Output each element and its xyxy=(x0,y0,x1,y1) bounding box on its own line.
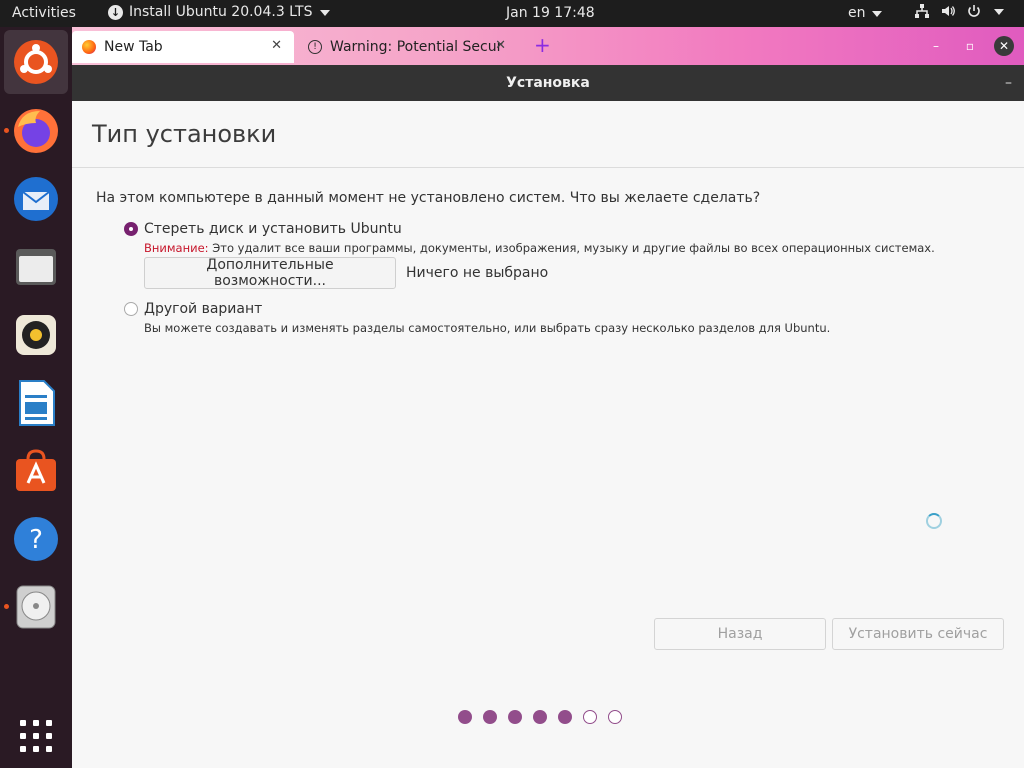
software-center-icon[interactable] xyxy=(12,447,60,495)
new-tab-button[interactable]: + xyxy=(534,33,551,57)
running-indicator xyxy=(4,128,9,133)
chevron-down-icon xyxy=(871,11,882,17)
activities-button[interactable]: Activities xyxy=(12,5,76,21)
back-button[interactable]: Назад xyxy=(654,618,826,650)
window-controls: – ▫ ✕ xyxy=(926,36,1014,56)
close-icon[interactable]: ✕ xyxy=(495,38,506,53)
progress-dot xyxy=(483,710,497,724)
warning-label: Внимание: xyxy=(144,241,209,255)
app-menu-label: Install Ubuntu 20.04.3 LTS xyxy=(129,4,313,20)
rhythmbox-icon[interactable] xyxy=(12,311,60,359)
help-icon[interactable]: ? xyxy=(12,515,60,563)
language-selector[interactable]: en xyxy=(848,5,882,21)
progress-dot xyxy=(583,710,597,724)
minimize-icon[interactable]: – xyxy=(926,36,946,56)
tab-label: Warning: Potential Secur xyxy=(330,39,503,55)
install-now-button[interactable]: Установить сейчас xyxy=(832,618,1004,650)
system-tray[interactable] xyxy=(914,3,1004,19)
page-title: Тип установки xyxy=(92,120,277,148)
chevron-down-icon xyxy=(320,10,331,16)
network-icon xyxy=(915,4,929,18)
tab-label: New Tab xyxy=(104,39,163,55)
app-menu[interactable]: ↓ Install Ubuntu 20.04.3 LTS xyxy=(108,4,331,20)
advanced-features-button[interactable]: Дополнительные возможности... xyxy=(144,257,396,289)
disks-icon[interactable] xyxy=(12,583,60,631)
minimize-icon[interactable]: – xyxy=(1005,65,1012,101)
firefox-icon xyxy=(82,40,96,54)
window-title: Установка xyxy=(506,75,590,91)
option-other-description: Вы можете создавать и изменять разделы с… xyxy=(144,321,831,335)
clock[interactable]: Jan 19 17:48 xyxy=(506,5,595,21)
dock: ? xyxy=(0,27,72,768)
option-erase-disk[interactable]: Стереть диск и установить Ubuntu xyxy=(124,221,402,237)
installer-window: Установка – Тип установки На этом компью… xyxy=(72,65,1024,768)
progress-dots xyxy=(458,710,622,724)
close-icon[interactable]: ✕ xyxy=(271,38,282,53)
question-text: На этом компьютере в данный момент не ус… xyxy=(96,190,761,206)
progress-dot xyxy=(508,710,522,724)
progress-dot xyxy=(458,710,472,724)
chevron-down-icon xyxy=(994,9,1004,15)
tab-new-tab[interactable]: New Tab ✕ xyxy=(72,31,294,63)
app-grid-icon[interactable] xyxy=(12,712,60,760)
info-icon: ! xyxy=(308,40,322,54)
power-icon xyxy=(968,5,980,17)
running-indicator xyxy=(4,604,9,609)
close-icon[interactable]: ✕ xyxy=(994,36,1014,56)
window-header: Установка – xyxy=(72,65,1024,101)
option-erase-label: Стереть диск и установить Ubuntu xyxy=(144,221,402,237)
option-something-else[interactable]: Другой вариант xyxy=(124,301,262,317)
radio-erase-disk[interactable] xyxy=(124,222,138,236)
tab-warning[interactable]: ! Warning: Potential Secur ✕ xyxy=(298,31,518,63)
selection-status: Ничего не выбрано xyxy=(406,265,549,281)
progress-dot xyxy=(608,710,622,724)
volume-icon xyxy=(942,6,955,16)
browser-tab-strip: New Tab ✕ ! Warning: Potential Secur ✕ +… xyxy=(72,27,1024,65)
maximize-icon[interactable]: ▫ xyxy=(960,36,980,56)
top-bar: Activities ↓ Install Ubuntu 20.04.3 LTS … xyxy=(0,0,1024,27)
svg-text:?: ? xyxy=(29,525,43,555)
download-icon: ↓ xyxy=(108,4,123,20)
progress-dot xyxy=(533,710,547,724)
language-label: en xyxy=(848,5,866,21)
spinner-icon xyxy=(926,513,942,529)
thunderbird-icon[interactable] xyxy=(12,175,60,223)
radio-something-else[interactable] xyxy=(124,302,138,316)
divider xyxy=(72,167,1024,168)
firefox-icon[interactable] xyxy=(12,107,60,155)
option-other-label: Другой вариант xyxy=(144,301,263,317)
ubuntu-installer-icon[interactable] xyxy=(4,30,68,94)
progress-dot xyxy=(558,710,572,724)
erase-warning: Внимание: Это удалит все ваши программы,… xyxy=(144,241,935,255)
libreoffice-writer-icon[interactable] xyxy=(12,379,60,427)
files-icon[interactable] xyxy=(12,243,60,291)
warning-text: Это удалит все ваши программы, документы… xyxy=(208,241,935,255)
